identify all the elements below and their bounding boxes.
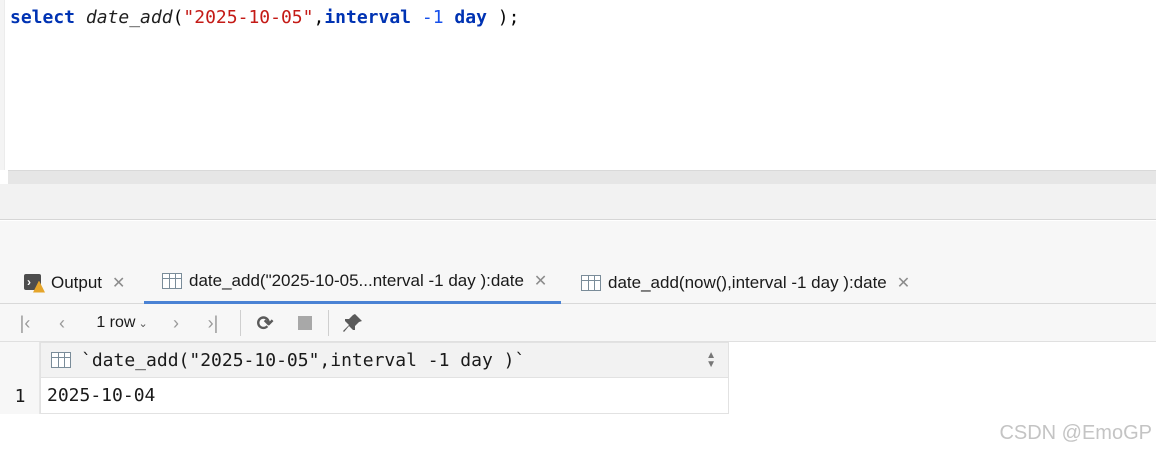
pin-glyph [343,314,362,332]
function-name: date_add [85,7,173,28]
table-grid-icon [51,352,71,368]
string-literal: "2025-10-05" [183,7,314,28]
watermark: CSDN @EmoGP [999,422,1152,444]
sort-icon[interactable]: ▲ ▼ [706,351,716,370]
toolbar-separator [328,310,329,336]
table-grid-icon [581,274,601,291]
table-cell[interactable]: 2025-10-04 [40,378,729,414]
refresh-icon[interactable]: ⟳ [250,304,280,342]
tab-output-label: Output [51,272,103,292]
row-number: 1 [14,385,26,407]
stop-button[interactable] [290,304,320,342]
toolbar-separator [240,310,241,336]
next-page-icon[interactable]: › [162,304,190,342]
pin-icon[interactable] [338,304,368,342]
open-paren: ( [172,7,184,28]
comma: , [313,7,325,28]
tab-output[interactable]: › Output ✕ [24,261,125,304]
row-count-selector[interactable]: 1 row ⌄ [86,304,158,342]
results-tab-bar: › Output ✕ date_add("2025-10-05...nterva… [0,261,1156,304]
editor-horizontal-scrollbar[interactable] [8,170,1156,184]
close-icon[interactable]: ✕ [112,273,125,293]
tab-date-add-now-result[interactable]: date_add(now(),interval -1 day ):date ✕ [581,261,910,304]
panel-spacer [0,221,1156,261]
stop-icon [298,316,312,330]
sql-code-line[interactable]: select date_add("2025-10-05",interval -1… [10,6,519,30]
sql-editor[interactable]: select date_add("2025-10-05",interval -1… [0,0,1156,170]
editor-gutter [0,0,5,170]
previous-page-icon[interactable]: ‹ [48,304,76,342]
number-literal: -1 [421,7,444,28]
column-header[interactable]: `date_add("2025-10-05",interval -1 day )… [40,342,729,378]
chevron-down-icon: ⌄ [138,317,148,330]
tab-date-add-result-label: date_add("2025-10-05...nterval -1 day ):… [189,271,524,290]
keyword-interval: interval [324,7,412,28]
column-header-label: `date_add("2025-10-05",interval -1 day )… [81,349,526,371]
panel-splitter[interactable] [0,184,1156,220]
close-icon[interactable]: ✕ [897,273,910,293]
row-count-label: 1 row [96,314,136,331]
output-console-icon: › [24,273,45,293]
first-page-icon[interactable]: |‹ [10,304,40,342]
table-grid-icon [162,273,182,289]
last-page-icon[interactable]: ›| [198,304,228,342]
close-paren-semicolon: ); [497,7,520,28]
result-toolbar: |‹ ‹ 1 row ⌄ › ›| ⟳ [0,304,1156,342]
tab-date-add-result[interactable]: date_add("2025-10-05...nterval -1 day ):… [144,261,562,304]
close-icon[interactable]: ✕ [534,271,547,291]
result-grid: `date_add("2025-10-05",interval -1 day )… [0,342,1156,451]
tab-date-add-now-result-label: date_add(now(),interval -1 day ):date [608,272,887,292]
keyword-select: select [10,7,76,28]
keyword-day: day [454,7,487,28]
